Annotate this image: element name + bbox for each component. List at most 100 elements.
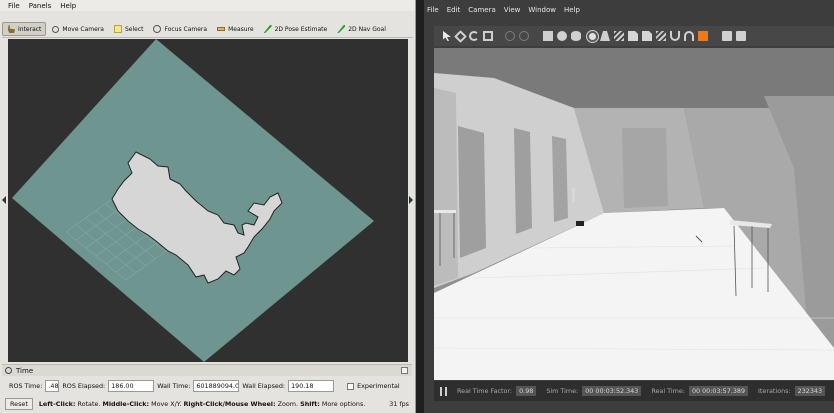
spot-light-icon[interactable]	[600, 31, 610, 41]
time-panel-header: Time	[2, 364, 412, 376]
interact-label: Interact	[18, 25, 42, 33]
ros-elapsed-field[interactable]: 186.00	[108, 380, 155, 392]
sim-time-value: 00 00:03:52.343	[582, 386, 642, 396]
status-bar: Reset Left-Click: Rotate. Middle-Click: …	[2, 398, 412, 410]
move-camera-icon	[52, 25, 60, 33]
focus-camera-label: Focus Camera	[164, 25, 208, 33]
nav-goal-tool[interactable]: 2D Nav Goal	[333, 22, 390, 36]
shift-desc: More options.	[321, 400, 366, 408]
paste-icon[interactable]	[642, 31, 652, 41]
scale-icon[interactable]	[483, 31, 493, 41]
left-click-desc: Rotate.	[77, 400, 101, 408]
collapse-left-arrow-icon[interactable]	[2, 196, 6, 204]
menu-file[interactable]: File	[8, 2, 20, 10]
ros-elapsed-label: ROS Elapsed:	[62, 382, 106, 390]
copy-icon[interactable]	[628, 31, 638, 41]
cylinder-icon[interactable]	[571, 31, 581, 41]
snap-icon[interactable]	[670, 31, 680, 41]
orange-view-icon[interactable]	[698, 31, 708, 41]
iterations-value: 232343	[794, 386, 826, 396]
gazebo-menubar: File Edit Camera View Window Help	[424, 0, 834, 20]
move-camera-label: Move Camera	[62, 25, 104, 33]
shift-key: Shift:	[300, 400, 320, 408]
corridor-scene	[434, 48, 834, 380]
clock-icon	[5, 367, 12, 374]
gazebo-status-bar: Real Time Factor: 0.98 Sim Time: 00 00:0…	[434, 381, 834, 401]
gazebo-window: File Edit Camera View Window Help Real T…	[424, 0, 834, 413]
select-icon	[113, 25, 122, 33]
middle-click-key: Middle-Click:	[102, 400, 150, 408]
middle-click-desc: Move X/Y.	[151, 400, 182, 408]
g-menu-camera[interactable]: Camera	[468, 6, 495, 14]
select-label: Select	[124, 25, 144, 33]
redo-icon[interactable]	[519, 31, 529, 41]
wall-elapsed-field[interactable]: 190.18	[288, 380, 335, 392]
measure-label: Measure	[228, 25, 254, 33]
measure-tool[interactable]: Measure	[213, 22, 258, 36]
collapse-right-arrow-icon[interactable]	[409, 196, 413, 204]
pose-estimate-label: 2D Pose Estimate	[274, 25, 328, 33]
real-time-factor-label: Real Time Factor:	[457, 387, 513, 395]
g-menu-view[interactable]: View	[504, 6, 521, 14]
select-tool[interactable]: Select	[110, 22, 148, 36]
g-menu-help[interactable]: Help	[564, 6, 580, 14]
left-click-key: Left-Click:	[38, 400, 76, 408]
interact-icon	[7, 25, 15, 33]
focus-camera-tool[interactable]: Focus Camera	[149, 22, 211, 36]
robot-model	[576, 221, 584, 226]
pause-icon[interactable]	[440, 386, 447, 396]
record-icon[interactable]	[736, 31, 746, 41]
rotate-icon[interactable]	[469, 31, 479, 41]
translate-icon[interactable]	[454, 29, 467, 43]
gazebo-toolbar	[434, 26, 834, 46]
box-icon[interactable]	[543, 31, 553, 41]
reset-button[interactable]: Reset	[5, 398, 33, 410]
right-click-key: Right-Click/Mouse Wheel:	[183, 400, 276, 408]
rviz-3d-viewport[interactable]	[8, 39, 408, 362]
wall-time-label: Wall Time:	[157, 382, 191, 390]
nav-goal-icon	[337, 25, 346, 33]
measure-icon	[217, 27, 226, 31]
undo-icon[interactable]	[505, 31, 515, 41]
experimental-checkbox[interactable]	[347, 382, 355, 390]
rviz-toolbar: Interact Move Camera Select Focus Camera…	[2, 21, 413, 38]
screenshot-icon[interactable]	[722, 31, 732, 41]
gazebo-3d-viewport[interactable]	[434, 48, 834, 380]
right-click-desc: Zoom.	[277, 400, 299, 408]
select-arrow-icon[interactable]	[443, 31, 451, 41]
time-panel-row: ROS Time: .48 ROS Elapsed: 186.00 Wall T…	[2, 378, 412, 394]
close-panel-icon[interactable]	[401, 367, 408, 374]
wall-elapsed-label: Wall Elapsed:	[242, 382, 286, 390]
sim-time-label: Sim Time:	[546, 387, 579, 395]
focus-camera-icon	[153, 25, 162, 33]
map-render	[12, 39, 374, 362]
menu-help[interactable]: Help	[60, 2, 76, 10]
g-menu-file[interactable]: File	[427, 6, 439, 14]
mouse-hints: Left-Click: Rotate. Middle-Click: Move X…	[39, 400, 365, 408]
ros-time-field[interactable]: .48	[45, 380, 60, 392]
ros-time-label: ROS Time:	[9, 382, 43, 390]
pose-estimate-tool[interactable]: 2D Pose Estimate	[260, 22, 332, 36]
time-panel-title: Time	[16, 366, 34, 375]
move-camera-tool[interactable]: Move Camera	[48, 22, 108, 36]
real-time-label: Real Time:	[651, 387, 685, 395]
sphere-icon[interactable]	[557, 31, 567, 41]
menu-panels[interactable]: Panels	[29, 2, 52, 10]
rviz-menubar: File Panels Help	[0, 0, 415, 11]
point-light-icon[interactable]	[589, 32, 596, 40]
pose-estimate-icon	[263, 25, 272, 33]
g-menu-edit[interactable]: Edit	[447, 6, 461, 14]
align-icon[interactable]	[656, 31, 666, 41]
wall-time-field[interactable]: 601889094.00	[193, 380, 240, 392]
headphones-icon[interactable]	[684, 31, 694, 41]
interact-tool[interactable]: Interact	[2, 22, 47, 36]
nav-goal-label: 2D Nav Goal	[348, 25, 386, 33]
directional-light-icon[interactable]	[614, 31, 624, 41]
iterations-label: Iterations:	[758, 387, 791, 395]
g-menu-window[interactable]: Window	[528, 6, 556, 14]
fps-counter: 31 fps	[389, 400, 409, 408]
rviz-window: File Panels Help Interact Move Camera Se…	[0, 0, 416, 413]
real-time-value: 00 00:03:57.389	[688, 386, 749, 396]
experimental-label: Experimental	[357, 382, 400, 390]
real-time-factor-value: 0.98	[516, 386, 537, 396]
